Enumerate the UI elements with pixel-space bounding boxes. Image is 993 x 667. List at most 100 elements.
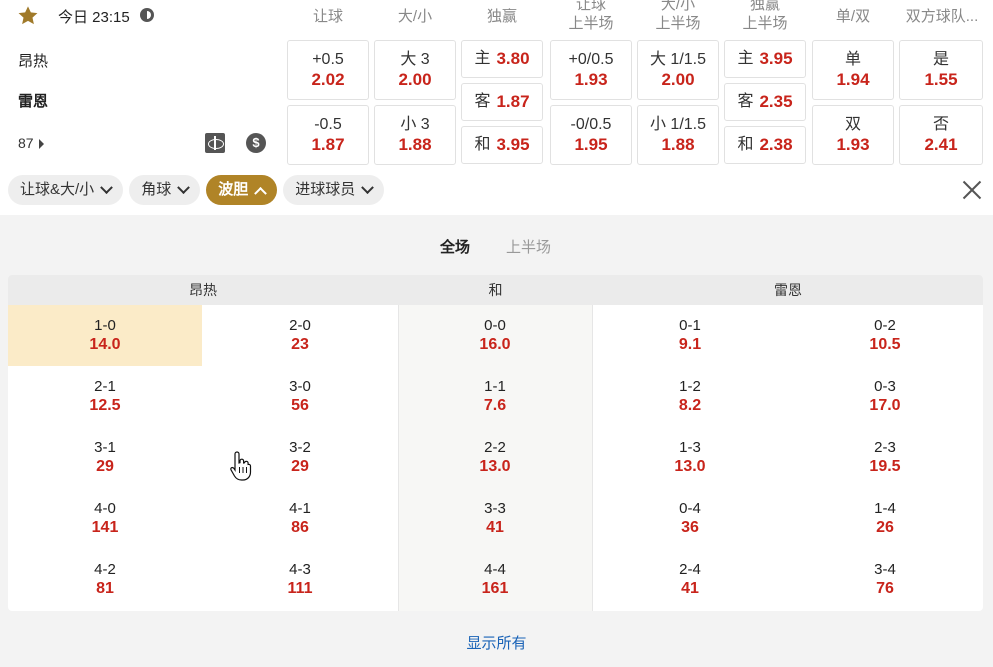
odds-cell-handicap-1h-home[interactable]: +0/0.5 1.93 — [550, 40, 632, 100]
score-cell[interactable]: 4-3 111 — [203, 549, 397, 610]
odds-cell-handicap-1h-away[interactable]: -0/0.5 1.95 — [550, 105, 632, 165]
score-label: 3-4 — [874, 561, 896, 578]
score-odds: 23 — [291, 336, 309, 353]
match-time: 今日 23:15 — [58, 9, 130, 26]
tab-corners[interactable]: 角球 — [129, 175, 201, 205]
score-cell[interactable]: 0-1 9.1 — [593, 305, 787, 366]
tab-label: 角球 — [141, 181, 172, 198]
score-cell[interactable]: 1-4 26 — [788, 488, 982, 549]
score-label: 2-4 — [679, 561, 701, 578]
score-label: 2-2 — [484, 439, 506, 456]
score-odds: 56 — [291, 397, 309, 414]
odds-value: 3.80 — [496, 49, 530, 68]
odds-cell-odd[interactable]: 单 1.94 — [812, 40, 894, 100]
odds-value: 2.35 — [759, 92, 793, 111]
score-odds: 81 — [96, 580, 114, 597]
header-moneyline: 独赢 — [486, 8, 517, 25]
odds-value: 1.93 — [574, 70, 608, 89]
odds-value: 2.02 — [311, 70, 345, 89]
odds-cell-ml-1h-away[interactable]: 客 2.35 — [724, 83, 806, 121]
odds-cell-ml-home[interactable]: 主 3.80 — [461, 40, 543, 78]
score-label: 2-0 — [289, 317, 311, 334]
score-cell[interactable]: 1-2 8.2 — [593, 366, 787, 427]
home-team-name: 昂热 — [18, 53, 49, 70]
score-cell[interactable]: 0-3 17.0 — [788, 366, 982, 427]
odds-cell-handicap-home[interactable]: +0.5 2.02 — [287, 40, 369, 100]
odds-label: 小 1/1.5 — [649, 116, 707, 133]
odds-cell-under-1h[interactable]: 小 1/1.5 1.88 — [637, 105, 719, 165]
odds-cell-ml-away[interactable]: 客 1.87 — [461, 83, 543, 121]
score-cell[interactable]: 3-1 29 — [8, 427, 202, 488]
tab-handicap-ou[interactable]: 让球&大/小 — [8, 175, 124, 205]
score-label: 0-2 — [874, 317, 896, 334]
score-label: 0-3 — [874, 378, 896, 395]
odds-cell-over[interactable]: 大 3 2.00 — [374, 40, 456, 100]
score-cell[interactable]: 0-2 10.5 — [788, 305, 982, 366]
odds-cell-under[interactable]: 小 3 1.88 — [374, 105, 456, 165]
odds-cell-btts-no[interactable]: 否 2.41 — [899, 105, 983, 165]
score-label: 1-4 — [874, 500, 896, 517]
odds-cell-btts-yes[interactable]: 是 1.55 — [899, 40, 983, 100]
odds-cell-ml-1h-home[interactable]: 主 3.95 — [724, 40, 806, 78]
pitch-icon[interactable] — [205, 133, 225, 153]
tab-first-half[interactable]: 上半场 — [506, 236, 551, 257]
score-cell[interactable]: 0-4 36 — [593, 488, 787, 549]
chevron-down-icon — [100, 180, 114, 194]
tab-correct-score[interactable]: 波胆 — [206, 175, 278, 205]
score-odds: 141 — [91, 519, 119, 536]
chevron-up-icon — [254, 186, 268, 200]
odds-label: -0/0.5 — [570, 116, 612, 133]
favorite-star-icon[interactable] — [17, 5, 39, 27]
tab-goalscorers[interactable]: 进球球员 — [283, 175, 385, 205]
score-cell[interactable]: 4-1 86 — [203, 488, 397, 549]
score-label: 1-3 — [679, 439, 701, 456]
odds-value: 1.88 — [398, 135, 432, 154]
show-all-link[interactable]: 显示所有 — [0, 632, 993, 653]
score-cell[interactable]: 3-4 76 — [788, 549, 982, 610]
chevron-down-icon — [177, 180, 191, 194]
odds-label: +0.5 — [312, 51, 344, 68]
score-cell[interactable]: 2-3 19.5 — [788, 427, 982, 488]
odds-label: 大 1/1.5 — [649, 51, 707, 68]
score-cell[interactable]: 4-4 161 — [398, 549, 592, 610]
odds-cell-handicap-away[interactable]: -0.5 1.87 — [287, 105, 369, 165]
odds-value: 2.38 — [759, 135, 793, 154]
odds-cell-ml-1h-draw[interactable]: 和 2.38 — [724, 126, 806, 164]
score-cell[interactable]: 4-0 141 — [8, 488, 202, 549]
odds-label: 主 — [474, 50, 491, 67]
score-odds: 8.2 — [678, 397, 702, 414]
score-cell[interactable]: 3-3 41 — [398, 488, 592, 549]
score-label: 1-1 — [484, 378, 506, 395]
odds-cell-even[interactable]: 双 1.93 — [812, 105, 894, 165]
match-header: 今日 23:15 昂热 雷恩 87 $ 让球 大/小 独赢 让球 上半场 大/小… — [0, 0, 993, 215]
score-cell[interactable]: 1-1 7.6 — [398, 366, 592, 427]
score-cell[interactable]: 4-2 81 — [8, 549, 202, 610]
score-cell[interactable]: 1-0 14.0 — [8, 305, 202, 366]
dollar-icon[interactable]: $ — [246, 133, 266, 153]
odds-label: 小 3 — [400, 116, 430, 133]
score-cell[interactable]: 0-0 16.0 — [398, 305, 592, 366]
odds-cell-over-1h[interactable]: 大 1/1.5 2.00 — [637, 40, 719, 100]
header-ml-1h: 独赢 上半场 — [724, 0, 806, 33]
match-minute[interactable]: 87 — [18, 135, 44, 151]
header-ml-1h-line2: 上半场 — [742, 15, 788, 32]
header-ou-1h-line2: 上半场 — [655, 15, 701, 32]
odds-label: 主 — [737, 50, 754, 67]
score-odds: 41 — [681, 580, 699, 597]
score-cell[interactable]: 2-2 13.0 — [398, 427, 592, 488]
score-odds: 9.1 — [678, 336, 702, 353]
header-ou-1h: 大/小 上半场 — [637, 0, 719, 33]
tab-label: 进球球员 — [295, 181, 356, 198]
close-icon[interactable] — [960, 178, 984, 202]
score-cell[interactable]: 2-0 23 — [203, 305, 397, 366]
odds-value: 3.95 — [496, 135, 530, 154]
tab-full-time[interactable]: 全场 — [440, 236, 470, 257]
score-cell[interactable]: 3-0 56 — [203, 366, 397, 427]
odds-cell-ml-draw[interactable]: 和 3.95 — [461, 126, 543, 164]
score-cell[interactable]: 2-1 12.5 — [8, 366, 202, 427]
score-cell[interactable]: 2-4 41 — [593, 549, 787, 610]
score-cell[interactable]: 1-3 13.0 — [593, 427, 787, 488]
score-label: 0-1 — [679, 317, 701, 334]
score-label: 3-0 — [289, 378, 311, 395]
odds-value: 1.95 — [574, 135, 608, 154]
